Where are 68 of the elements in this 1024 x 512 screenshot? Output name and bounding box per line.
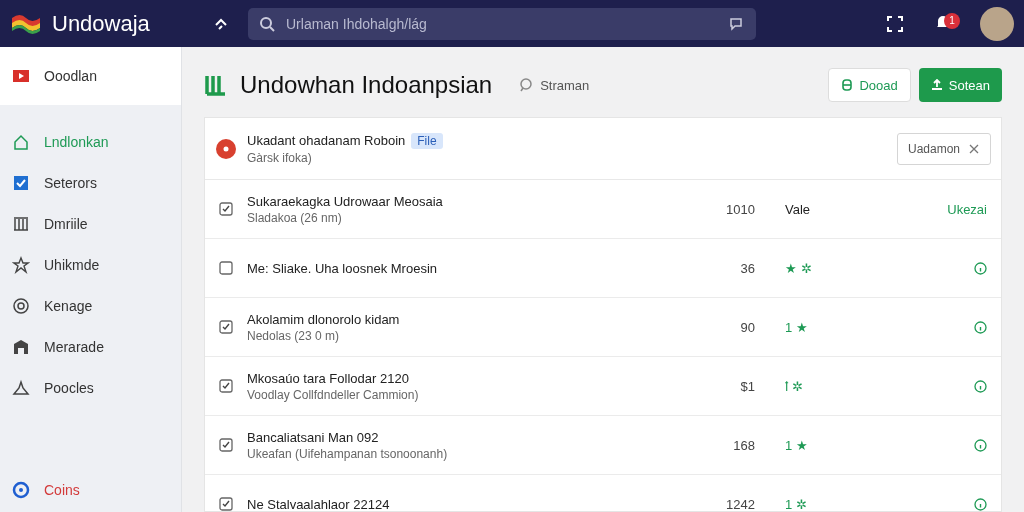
row-number: 90	[739, 319, 755, 335]
row-title: Mkosaúo tara Follodar 2120	[247, 370, 410, 386]
checkbox[interactable]	[219, 438, 233, 452]
sidebar-item[interactable]: Ooodlan	[0, 47, 181, 105]
sidebar-item[interactable]: Uhikmde	[0, 244, 181, 285]
row-number: $1	[739, 378, 755, 394]
info-icon[interactable]	[974, 497, 987, 511]
record-icon	[215, 137, 237, 160]
info-icon[interactable]	[974, 320, 987, 334]
filter-chip[interactable]: Uadamon	[896, 132, 991, 165]
sidebar-item[interactable]: Merarade	[0, 326, 181, 367]
search-icon	[258, 14, 276, 33]
row-number: 1242	[725, 496, 755, 511]
row-title: Bancaliatsani Man 092	[247, 429, 380, 445]
sidebar-item[interactable]: Coins	[0, 468, 181, 512]
checkbox[interactable]	[219, 202, 233, 216]
search-bar[interactable]: Urlaman Ihdohalgh/lág	[248, 7, 756, 40]
checkbox[interactable]	[219, 379, 233, 393]
row-rating: 1 ★	[784, 437, 809, 453]
checkbox[interactable]	[219, 320, 233, 334]
sidebar-item[interactable]: Poocles	[0, 367, 181, 408]
file-tag: File	[411, 132, 443, 149]
search-field[interactable]: Urlaman Ihdohalgh/lág	[284, 14, 720, 33]
checkbox[interactable]	[219, 497, 233, 511]
row-number: 1010	[725, 201, 755, 217]
row-number: 36	[739, 260, 755, 276]
row-title: Ne Stalvaalahlaor 22124	[247, 496, 391, 511]
sidebar-item[interactable]: Kenage	[0, 285, 181, 326]
columns-icon	[12, 214, 30, 233]
row-rating: Vale	[784, 201, 812, 217]
action-button[interactable]: Sotean	[918, 68, 1002, 102]
status-label: Ukezai	[947, 201, 987, 217]
building-icon	[12, 337, 30, 356]
info-icon[interactable]	[974, 261, 987, 275]
row-subtitle: Nedolas (23 0 m)	[247, 328, 341, 343]
row-subtitle: Ukeafan (Uifehampanan tsonoonanh)	[247, 446, 449, 461]
row-rating: 1 ★	[784, 319, 809, 335]
info-icon[interactable]	[974, 438, 987, 452]
row-number: 168	[732, 437, 755, 453]
upload-icon	[930, 79, 943, 91]
target-icon	[12, 296, 30, 315]
row-rating: 1 ✲	[784, 496, 808, 511]
row-title: Akolamim dlonorolo kidam	[247, 311, 401, 327]
row-rating: ꝉ ✲	[784, 378, 804, 395]
scan-icon[interactable]	[886, 14, 904, 33]
row-title: Sukaraekagka Udrowaar Meosaia	[247, 193, 444, 209]
card-title: Ukadant ohadanam Roboin	[247, 133, 406, 148]
sidebar-item[interactable]: Seterors	[0, 162, 181, 203]
sidebar-item[interactable]: Dmriile	[0, 203, 181, 244]
bars-icon	[204, 74, 226, 96]
row-title: Me: Sliake. Uha loosnek Mroesin	[247, 260, 439, 276]
star-icon	[12, 255, 30, 274]
row-rating: ★ ✲	[784, 260, 813, 276]
card-subtitle: Gàrsk ifoka)	[247, 150, 313, 165]
row-subtitle: Sladakoa (26 nm)	[247, 210, 343, 225]
info-icon[interactable]	[974, 379, 987, 393]
app-name: Undowaja	[52, 10, 151, 37]
home-icon	[12, 132, 30, 151]
notification-badge: 1	[944, 12, 960, 29]
row-subtitle: Voodlay Collfdndeller Cammion)	[247, 387, 420, 402]
page-subtitle: Straman	[540, 77, 590, 93]
video-icon	[12, 67, 30, 85]
checkbox-icon	[12, 173, 30, 192]
checkbox[interactable]	[219, 261, 233, 275]
page-title: Undowhan Indoanpsian	[240, 71, 493, 99]
avatar[interactable]	[980, 6, 1014, 41]
action-button[interactable]: Dooad	[828, 68, 911, 102]
close-icon[interactable]	[968, 142, 980, 155]
